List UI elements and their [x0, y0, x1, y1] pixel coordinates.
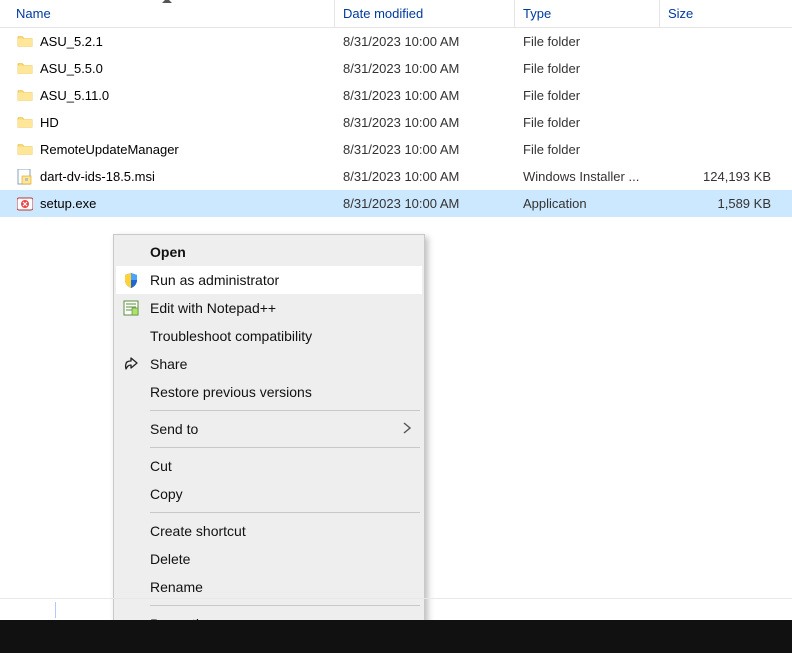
- menu-item-restore-versions[interactable]: Restore previous versions: [116, 378, 422, 406]
- menu-label: Restore previous versions: [150, 384, 412, 400]
- file-name-cell: ASU_5.5.0: [0, 60, 335, 78]
- file-date-cell: 8/31/2023 10:00 AM: [335, 61, 515, 76]
- column-header-label: Type: [523, 6, 551, 21]
- file-type-cell: Windows Installer ...: [515, 169, 660, 184]
- file-name-cell: ASU_5.2.1: [0, 33, 335, 51]
- file-type-cell: File folder: [515, 115, 660, 130]
- menu-item-share[interactable]: Share: [116, 350, 422, 378]
- blank-icon: [120, 578, 142, 596]
- column-header-row: Name Date modified Type Size: [0, 0, 792, 28]
- folder-icon: [16, 141, 34, 159]
- menu-item-send-to[interactable]: Send to: [116, 415, 422, 443]
- status-divider: [55, 602, 56, 618]
- file-row[interactable]: ASU_5.2.1 8/31/2023 10:00 AMFile folder: [0, 28, 792, 55]
- folder-icon: [16, 60, 34, 78]
- menu-item-copy[interactable]: Copy: [116, 480, 422, 508]
- file-list: ASU_5.2.18/31/2023 10:00 AMFile folderAS…: [0, 28, 792, 217]
- context-menu: Open Run as administrator Edit with Note…: [113, 234, 425, 642]
- msi-icon: [16, 168, 34, 186]
- file-name-label: setup.exe: [40, 196, 96, 211]
- file-name-label: HD: [40, 115, 59, 130]
- blank-icon: [120, 420, 142, 438]
- file-date-cell: 8/31/2023 10:00 AM: [335, 196, 515, 211]
- menu-separator: [150, 512, 420, 513]
- column-header-label: Date modified: [343, 6, 423, 21]
- file-row[interactable]: ASU_5.11.0 8/31/2023 10:00 AMFile folder: [0, 82, 792, 109]
- menu-label: Delete: [150, 551, 412, 567]
- column-header-label: Name: [16, 6, 51, 21]
- menu-label: Troubleshoot compatibility: [150, 328, 412, 344]
- shield-icon: [120, 271, 142, 289]
- file-name-cell: dart-dv-ids-18.5.msi: [0, 168, 335, 186]
- file-row[interactable]: RemoteUpdateManager 8/31/2023 10:00 AMFil…: [0, 136, 792, 163]
- file-name-cell: RemoteUpdateManager: [0, 141, 335, 159]
- exe-icon: [16, 195, 34, 213]
- menu-item-delete[interactable]: Delete: [116, 545, 422, 573]
- file-name-label: ASU_5.2.1: [40, 34, 103, 49]
- file-date-cell: 8/31/2023 10:00 AM: [335, 115, 515, 130]
- menu-label: Run as administrator: [150, 272, 412, 288]
- blank-icon: [120, 327, 142, 345]
- menu-item-open[interactable]: Open: [116, 238, 422, 266]
- file-name-cell: ASU_5.11.0: [0, 87, 335, 105]
- menu-label: Open: [150, 244, 412, 260]
- blank-icon: [120, 522, 142, 540]
- file-name-label: ASU_5.5.0: [40, 61, 103, 76]
- folder-icon: [16, 114, 34, 132]
- file-type-cell: File folder: [515, 88, 660, 103]
- file-name-label: ASU_5.11.0: [40, 88, 109, 103]
- status-bar: .55 MB: [0, 598, 792, 620]
- file-date-cell: 8/31/2023 10:00 AM: [335, 34, 515, 49]
- column-header-size[interactable]: Size: [660, 0, 785, 27]
- column-header-label: Size: [668, 6, 693, 21]
- blank-icon: [120, 485, 142, 503]
- chevron-right-icon: [402, 421, 412, 437]
- notepad-icon: [120, 299, 142, 317]
- file-type-cell: File folder: [515, 34, 660, 49]
- blank-icon: [120, 243, 142, 261]
- file-row[interactable]: dart-dv-ids-18.5.msi 8/31/2023 10:00 AMWi…: [0, 163, 792, 190]
- menu-label: Share: [150, 356, 412, 372]
- column-header-date[interactable]: Date modified: [335, 0, 515, 27]
- menu-separator: [150, 447, 420, 448]
- menu-item-edit-notepad[interactable]: Edit with Notepad++: [116, 294, 422, 322]
- file-name-cell: HD: [0, 114, 335, 132]
- menu-item-create-shortcut[interactable]: Create shortcut: [116, 517, 422, 545]
- menu-label: Send to: [150, 421, 394, 437]
- blank-icon: [120, 457, 142, 475]
- file-date-cell: 8/31/2023 10:00 AM: [335, 88, 515, 103]
- menu-item-run-as-administrator[interactable]: Run as administrator: [116, 266, 422, 294]
- blank-icon: [120, 383, 142, 401]
- folder-icon: [16, 33, 34, 51]
- file-name-label: dart-dv-ids-18.5.msi: [40, 169, 155, 184]
- menu-separator: [150, 410, 420, 411]
- sort-ascending-icon: [162, 0, 172, 3]
- menu-label: Create shortcut: [150, 523, 412, 539]
- file-type-cell: File folder: [515, 142, 660, 157]
- share-icon: [120, 355, 142, 373]
- menu-item-rename[interactable]: Rename: [116, 573, 422, 601]
- file-row[interactable]: HD 8/31/2023 10:00 AMFile folder: [0, 109, 792, 136]
- footer-black-bar: [0, 620, 792, 653]
- file-date-cell: 8/31/2023 10:00 AM: [335, 169, 515, 184]
- menu-label: Copy: [150, 486, 412, 502]
- folder-icon: [16, 87, 34, 105]
- file-name-label: RemoteUpdateManager: [40, 142, 179, 157]
- file-type-cell: File folder: [515, 61, 660, 76]
- file-date-cell: 8/31/2023 10:00 AM: [335, 142, 515, 157]
- menu-item-troubleshoot[interactable]: Troubleshoot compatibility: [116, 322, 422, 350]
- column-header-name[interactable]: Name: [0, 0, 335, 27]
- file-row[interactable]: ASU_5.5.0 8/31/2023 10:00 AMFile folder: [0, 55, 792, 82]
- menu-label: Rename: [150, 579, 412, 595]
- file-type-cell: Application: [515, 196, 660, 211]
- menu-item-cut[interactable]: Cut: [116, 452, 422, 480]
- blank-icon: [120, 550, 142, 568]
- file-size-cell: 1,589 KB: [660, 196, 785, 211]
- column-header-type[interactable]: Type: [515, 0, 660, 27]
- menu-label: Edit with Notepad++: [150, 300, 412, 316]
- file-size-cell: 124,193 KB: [660, 169, 785, 184]
- menu-label: Cut: [150, 458, 412, 474]
- file-name-cell: setup.exe: [0, 195, 335, 213]
- file-row[interactable]: setup.exe 8/31/2023 10:00 AMApplication1,…: [0, 190, 792, 217]
